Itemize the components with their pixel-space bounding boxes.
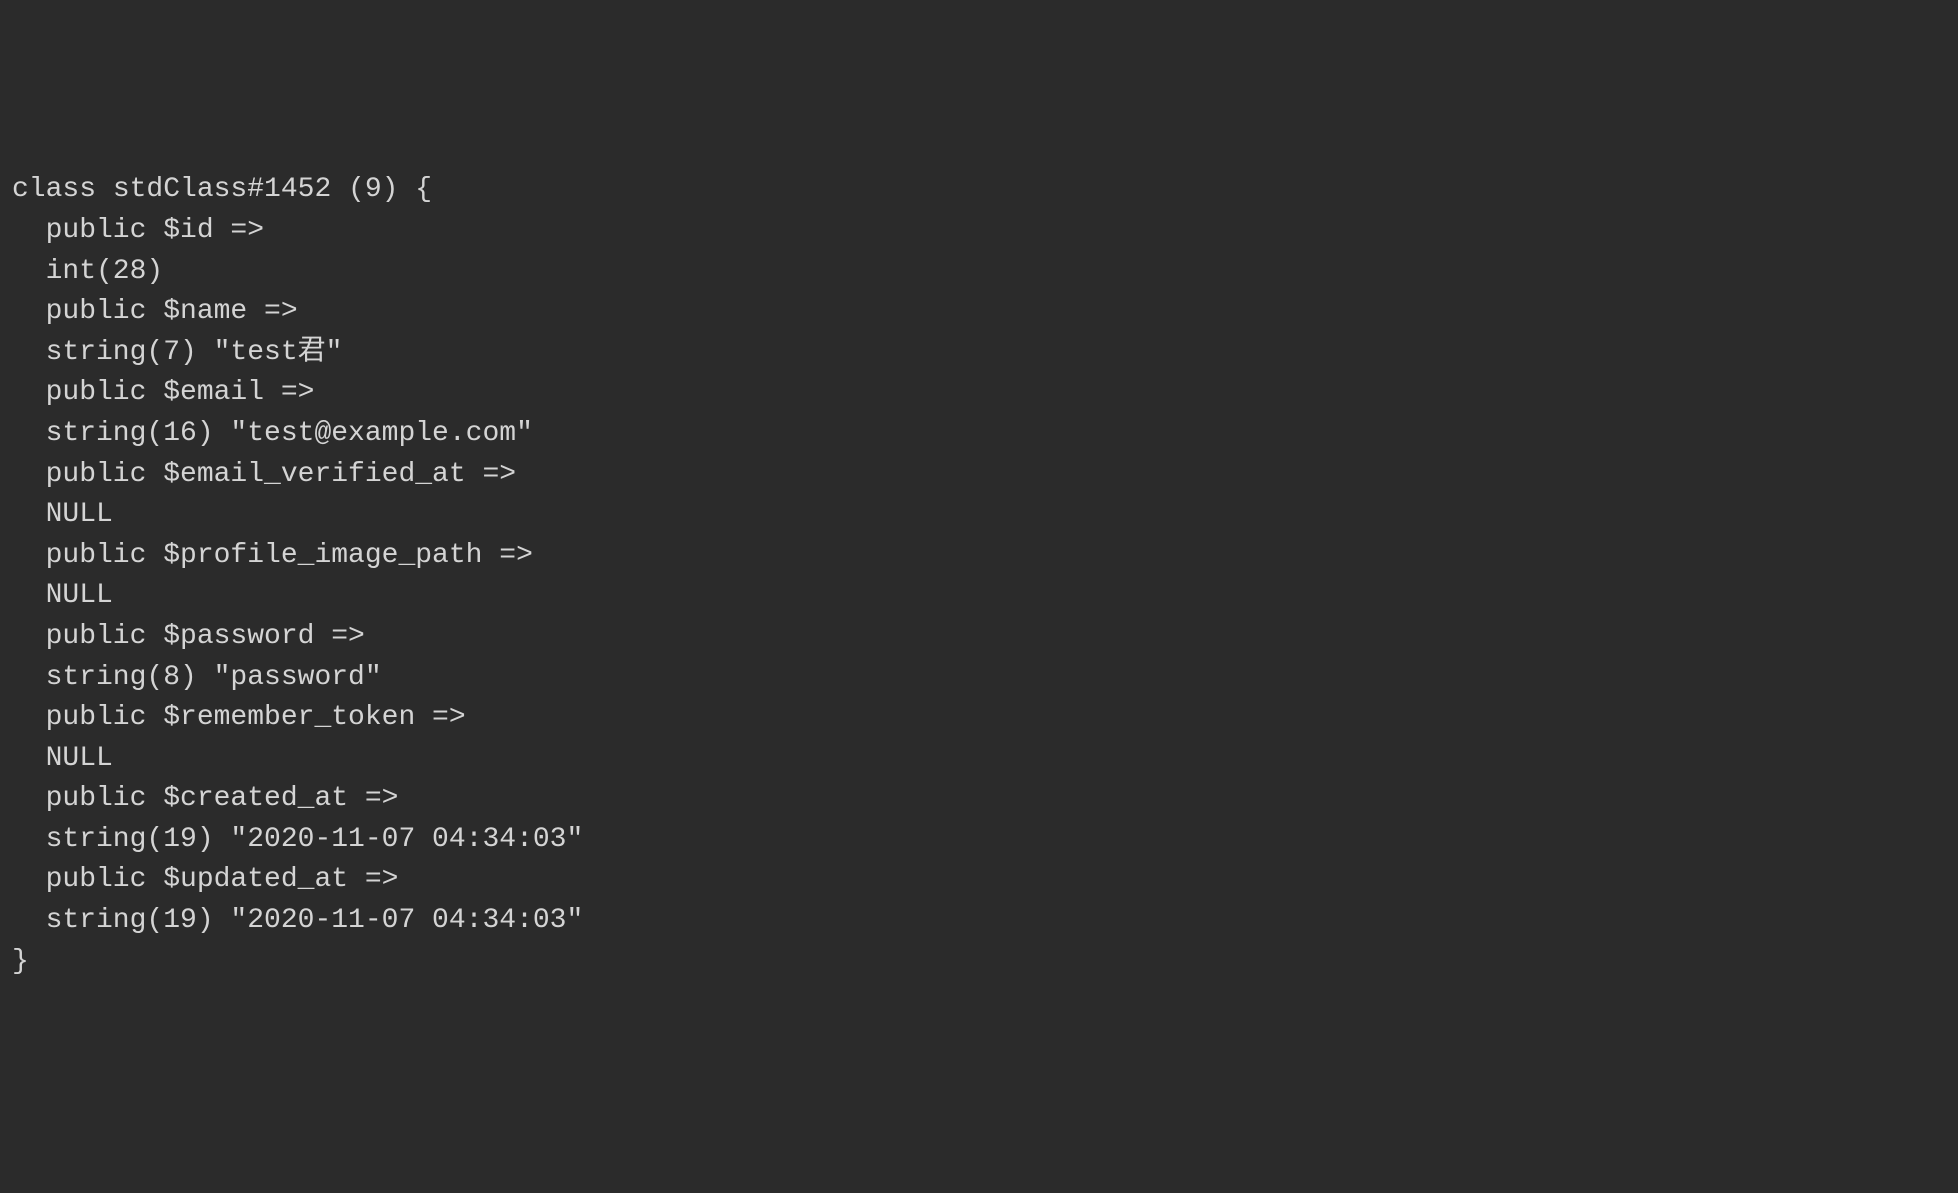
property-decl: public $email_verified_at => xyxy=(12,455,1946,496)
property-value: string(19) "2020-11-07 04:34:03" xyxy=(12,901,1946,942)
property-decl: public $created_at => xyxy=(12,779,1946,820)
property-decl: public $updated_at => xyxy=(12,860,1946,901)
property-value: int(28) xyxy=(12,252,1946,293)
property-value: NULL xyxy=(12,739,1946,780)
class-header: class stdClass#1452 (9) { xyxy=(12,170,1946,211)
property-decl: public $id => xyxy=(12,211,1946,252)
property-value: NULL xyxy=(12,495,1946,536)
var-dump-output: class stdClass#1452 (9) {public $id =>in… xyxy=(12,170,1946,982)
property-decl: public $remember_token => xyxy=(12,698,1946,739)
property-value: NULL xyxy=(12,576,1946,617)
property-value: string(7) "test君" xyxy=(12,333,1946,374)
class-footer: } xyxy=(12,942,1946,983)
property-value: string(16) "test@example.com" xyxy=(12,414,1946,455)
property-decl: public $email => xyxy=(12,373,1946,414)
property-decl: public $password => xyxy=(12,617,1946,658)
property-value: string(8) "password" xyxy=(12,658,1946,699)
property-value: string(19) "2020-11-07 04:34:03" xyxy=(12,820,1946,861)
property-decl: public $name => xyxy=(12,292,1946,333)
property-decl: public $profile_image_path => xyxy=(12,536,1946,577)
